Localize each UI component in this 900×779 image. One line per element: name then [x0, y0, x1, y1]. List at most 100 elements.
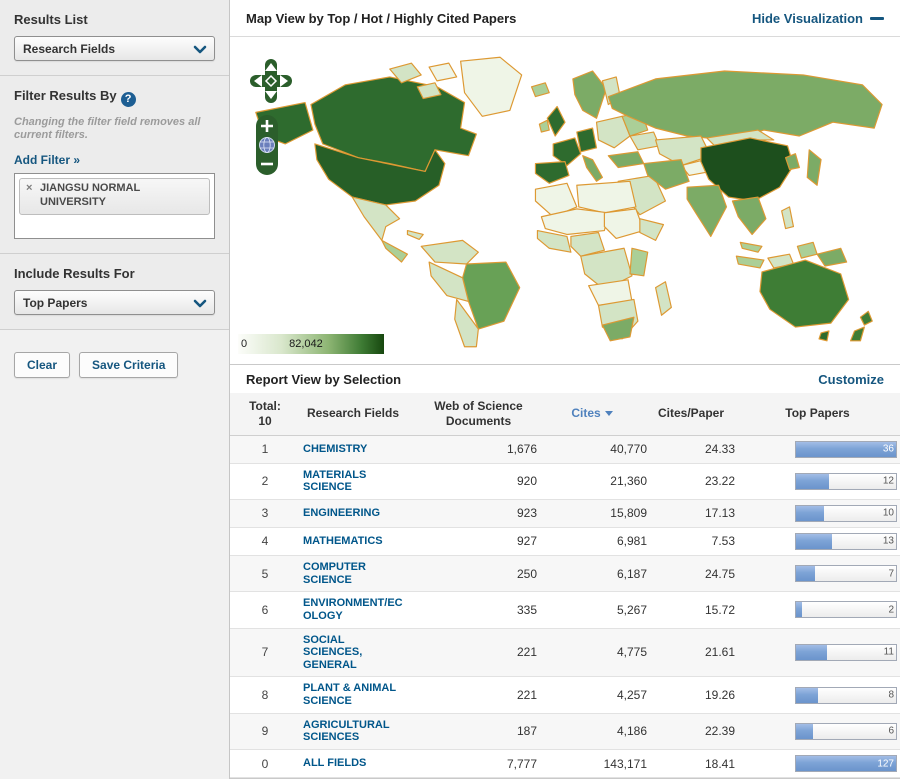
map-country-spain[interactable]	[534, 161, 570, 184]
top-papers-bar-fill	[796, 505, 824, 521]
map-country-uk[interactable]	[546, 105, 566, 137]
map-south-america-north[interactable]	[420, 239, 479, 265]
column-header-wos-documents[interactable]: Web of Science Documents	[420, 399, 537, 429]
report-table-body: 1 CHEMISTRY 1,676 40,770 24.33 36 2 MATE…	[230, 435, 900, 778]
map-islands[interactable]	[428, 62, 458, 82]
top-papers-value: 6	[888, 725, 894, 737]
filter-heading: Filter Results By?	[14, 88, 215, 107]
save-criteria-button[interactable]: Save Criteria	[79, 352, 179, 378]
top-papers-value: 13	[882, 535, 894, 547]
total-count-header: Total: 10	[249, 398, 281, 428]
map-country-greenland[interactable]	[460, 56, 523, 117]
results-list-selected-value: Research Fields	[23, 41, 116, 56]
map-country-turkey[interactable]	[607, 151, 645, 169]
top-papers-value: 7	[888, 568, 894, 580]
filter-tag-label: JIANGSU NORMAL UNIVERSITY	[40, 182, 141, 208]
top-papers-value: 127	[877, 758, 894, 769]
column-header-top-papers[interactable]: Top Papers	[735, 406, 900, 421]
map-north-africa[interactable]	[576, 180, 637, 214]
top-papers-bar: 13	[795, 532, 897, 550]
add-filter-link[interactable]: Add Filter »	[14, 153, 80, 167]
top-papers-value: 36	[882, 443, 894, 455]
table-row: 1 CHEMISTRY 1,676 40,770 24.33 36	[230, 435, 900, 464]
row-cites-per-paper: 21.61	[704, 645, 735, 660]
map-horn-of-africa[interactable]	[639, 218, 665, 241]
map-country-russia[interactable]	[607, 70, 883, 141]
top-papers-bar-fill	[796, 602, 802, 618]
row-field-link[interactable]: MATERIALS SCIENCE	[303, 469, 403, 494]
include-results-section: Include Results For Top Papers	[0, 254, 229, 330]
map-country-png[interactable]	[816, 247, 848, 267]
top-papers-bar-fill	[796, 473, 830, 489]
map-caribbean[interactable]	[406, 229, 424, 240]
sort-desc-icon	[604, 411, 613, 417]
map-country-new-zealand[interactable]	[849, 326, 865, 342]
table-row: 7 SOCIAL SCIENCES, GENERAL 221 4,775 21.…	[230, 628, 900, 678]
table-row: 9 AGRICULTURAL SCIENCES 187 4,186 22.39 …	[230, 713, 900, 750]
map-country-sudan[interactable]	[603, 208, 645, 240]
map-country-malaysia[interactable]	[739, 241, 763, 253]
results-list-select[interactable]: Research Fields	[14, 36, 215, 61]
row-docs: 927	[516, 534, 537, 549]
pan-control[interactable]	[250, 59, 292, 103]
map-country-peru[interactable]	[428, 261, 470, 303]
row-field-link[interactable]: MATHEMATICS	[303, 535, 403, 548]
top-papers-bar: 7	[795, 565, 897, 583]
map-country-italy[interactable]	[582, 155, 604, 182]
map-country-indonesia[interactable]	[735, 255, 765, 269]
map-legend: 0 82,042	[238, 333, 384, 354]
map-country-new-zealand[interactable]	[859, 310, 873, 326]
customize-link[interactable]: Customize	[818, 372, 884, 387]
row-field-link[interactable]: ALL FIELDS	[303, 757, 403, 770]
top-papers-bar-fill	[796, 566, 816, 582]
row-field-link[interactable]: AGRICULTURAL SCIENCES	[303, 719, 403, 744]
clear-button[interactable]: Clear	[14, 352, 71, 378]
row-docs: 221	[516, 688, 537, 703]
map-country-indonesia[interactable]	[796, 241, 818, 259]
map-east-africa[interactable]	[629, 247, 649, 277]
top-papers-bar-fill	[796, 687, 819, 703]
remove-filter-icon[interactable]: ×	[26, 182, 32, 196]
row-docs: 7,777	[506, 756, 537, 771]
row-field-link[interactable]: PLANT & ANIMAL SCIENCE	[303, 682, 403, 707]
map-indochina[interactable]	[731, 196, 767, 236]
row-cites-per-paper: 7.53	[711, 534, 735, 549]
map-country-philippines[interactable]	[781, 206, 795, 230]
column-header-research-fields: Research Fields	[306, 406, 400, 421]
row-docs: 221	[516, 645, 537, 660]
world-map[interactable]	[242, 51, 888, 351]
top-papers-value: 10	[882, 507, 894, 519]
map-central-america[interactable]	[381, 239, 409, 263]
column-header-cites-per-paper[interactable]: Cites/Paper	[647, 406, 735, 421]
map-country-madagascar[interactable]	[655, 281, 672, 316]
help-icon[interactable]: ?	[120, 91, 136, 107]
top-papers-bar: 2	[795, 601, 897, 619]
row-cites: 15,809	[610, 506, 647, 521]
row-cites-per-paper: 18.41	[704, 756, 735, 771]
row-cites: 6,981	[616, 534, 647, 549]
map-country-iceland[interactable]	[530, 82, 550, 98]
row-field-link[interactable]: ENGINEERING	[303, 507, 403, 520]
row-cites: 40,770	[610, 442, 647, 457]
map-country-france[interactable]	[552, 137, 582, 167]
row-cites-per-paper: 19.26	[704, 688, 735, 703]
row-field-link[interactable]: ENVIRONMENT/ECOLOGY	[303, 597, 403, 622]
row-field-link[interactable]: COMPUTER SCIENCE	[303, 561, 403, 586]
map-country-australia[interactable]	[759, 259, 850, 328]
map-scandinavia[interactable]	[572, 70, 607, 119]
map-country-india[interactable]	[686, 184, 728, 238]
row-cites-per-paper: 22.39	[704, 724, 735, 739]
row-field-link[interactable]: SOCIAL SCIENCES, GENERAL	[303, 634, 403, 672]
zoom-control[interactable]	[256, 115, 278, 175]
row-field-link[interactable]: CHEMISTRY	[303, 443, 403, 456]
main-panel: Map View by Top / Hot / Highly Cited Pap…	[230, 0, 900, 779]
sidebar: Results List Research Fields Filter Resu…	[0, 0, 230, 779]
map-country-ukraine[interactable]	[629, 131, 661, 151]
include-results-select[interactable]: Top Papers	[14, 290, 215, 315]
map-tasmania[interactable]	[818, 330, 830, 342]
hide-visualization-link[interactable]: Hide Visualization	[752, 11, 884, 26]
map-country-japan[interactable]	[806, 149, 822, 186]
map-country-ireland[interactable]	[538, 119, 550, 133]
map-country-germany[interactable]	[576, 127, 598, 153]
column-header-cites[interactable]: Cites	[537, 406, 647, 421]
